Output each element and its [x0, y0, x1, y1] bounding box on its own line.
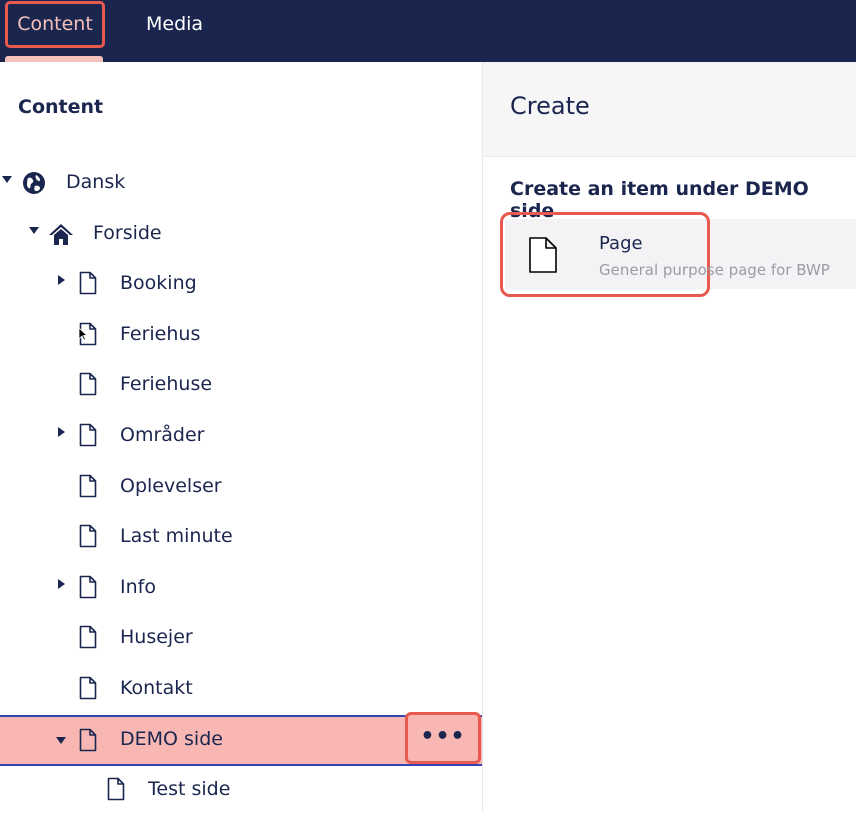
tree-node-kontakt[interactable]: Kontakt: [0, 665, 482, 715]
tree-node-info[interactable]: Info: [0, 564, 482, 614]
tree-node-label: Info: [120, 576, 156, 598]
tree-node-label: Test side: [148, 778, 231, 800]
document-icon: [79, 372, 97, 396]
tree-node-label: Forside: [93, 222, 162, 244]
document-type-name: Page: [599, 233, 643, 254]
create-panel-title: Create: [510, 92, 590, 120]
mouse-cursor-icon: [78, 327, 88, 341]
tree-node-label: DEMO side: [120, 728, 223, 750]
tree-node-husejer[interactable]: Husejer: [0, 614, 482, 664]
tree-node-label: Oplevelser: [120, 475, 222, 497]
expand-toggle-icon[interactable]: [58, 427, 65, 437]
tree-node-label: Kontakt: [120, 677, 193, 699]
nav-tab-content[interactable]: Content: [5, 1, 105, 48]
home-icon: [49, 224, 73, 245]
tree-node-omraader[interactable]: Områder: [0, 412, 482, 462]
expand-toggle-icon[interactable]: [29, 227, 39, 234]
tree-node-label: Dansk: [66, 171, 126, 193]
tree-node-last-minute[interactable]: Last minute: [0, 513, 482, 563]
document-icon: [79, 575, 97, 599]
tree-node-label: Feriehuse: [120, 373, 213, 395]
expand-toggle-icon[interactable]: [58, 579, 65, 589]
document-type-description: General purpose page for BWP: [599, 261, 830, 279]
document-icon: [79, 676, 97, 700]
tree-node-booking[interactable]: Booking: [0, 260, 482, 310]
tree-node-label: Booking: [120, 272, 197, 294]
top-navigation-bar: [0, 0, 856, 62]
document-icon: [79, 728, 97, 752]
expand-toggle-icon[interactable]: [58, 275, 65, 285]
document-icon: [79, 524, 97, 548]
tree-node-label: Områder: [120, 424, 205, 446]
document-icon: [79, 474, 97, 498]
tree-node-oplevelser[interactable]: Oplevelser: [0, 463, 482, 513]
create-panel: [483, 62, 856, 812]
tree-node-test-side[interactable]: Test side: [0, 766, 482, 816]
expand-toggle-icon[interactable]: [56, 737, 66, 744]
expand-toggle-icon[interactable]: [2, 176, 12, 183]
tree-title: Content: [18, 96, 104, 118]
tree-node-label: Feriehus: [120, 323, 201, 345]
tree-node-feriehus[interactable]: Feriehus: [0, 311, 482, 361]
tree-node-dansk[interactable]: Dansk: [0, 159, 482, 209]
tree-node-feriehuse[interactable]: Feriehuse: [0, 361, 482, 411]
tree-node-label: Husejer: [120, 626, 193, 648]
document-icon: [79, 271, 97, 295]
document-icon: [107, 777, 125, 801]
tree-node-label: Last minute: [120, 525, 233, 547]
node-actions-button[interactable]: •••: [405, 712, 481, 764]
document-icon: [79, 423, 97, 447]
nav-tab-media[interactable]: Media: [146, 0, 203, 50]
document-icon: [79, 625, 97, 649]
globe-icon: [23, 172, 45, 194]
tree-node-forside[interactable]: Forside: [0, 210, 482, 260]
document-icon: [529, 237, 557, 273]
